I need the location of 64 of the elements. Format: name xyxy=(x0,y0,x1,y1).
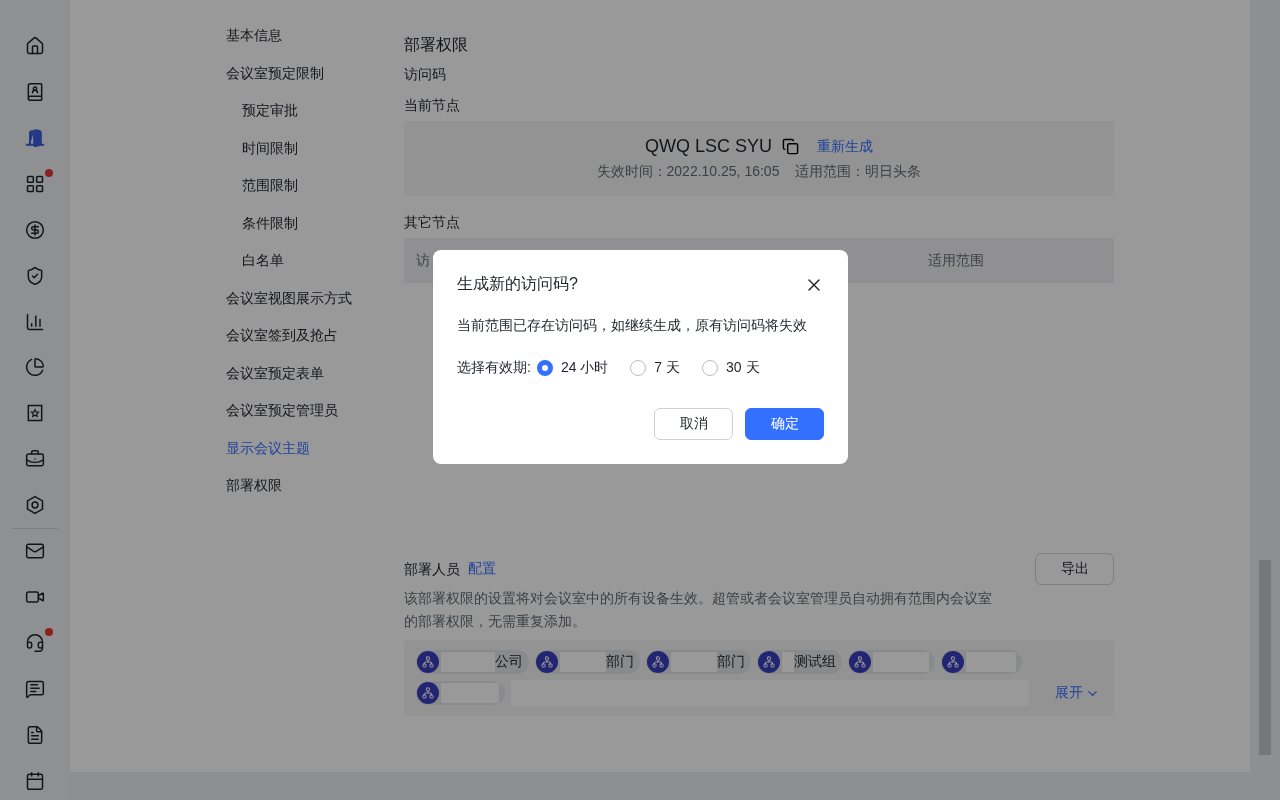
org-icon xyxy=(758,651,780,673)
nav-item[interactable]: 显示会议主题 xyxy=(226,435,404,473)
description-text: 该部署权限的设置将对会议室中的所有设备生效。超管或者会议室管理员自动拥有范围内会议室的部署权限，无需重复添加。 xyxy=(404,589,993,631)
column-header: 访 xyxy=(415,251,431,270)
expiry-text: 失效时间：2022.10.25, 16:05 xyxy=(596,163,780,181)
radio-button[interactable] xyxy=(536,360,553,376)
period-option[interactable]: 30 天 xyxy=(702,359,760,377)
period-label: 选择有效期: xyxy=(457,359,531,377)
nav-item[interactable]: 会议室签到及抢占 xyxy=(226,323,404,361)
org-icon xyxy=(849,651,871,673)
door-icon xyxy=(25,127,45,148)
config-link[interactable]: 配置 xyxy=(468,560,496,578)
radio-button[interactable] xyxy=(702,360,719,376)
star-card-icon xyxy=(25,403,45,424)
nav-subitem[interactable]: 时间限制 xyxy=(226,135,404,173)
confirm-button[interactable]: 确定 xyxy=(745,408,824,440)
home-icon xyxy=(25,36,45,57)
org-icon xyxy=(942,651,964,673)
nav-item[interactable]: 会议室预定表单 xyxy=(226,360,404,398)
tag-label: 测试组 xyxy=(794,653,836,671)
calendar-icon xyxy=(25,770,45,791)
tag-label: 部门 xyxy=(717,653,745,671)
field-label: 部署人员 xyxy=(404,560,460,579)
chat-icon xyxy=(25,679,45,700)
field-label: 其它节点 xyxy=(404,213,461,232)
tag-label: 公司 xyxy=(495,653,523,671)
nav-item[interactable]: 会议室预定限制 xyxy=(226,60,404,98)
tag-label: 部门 xyxy=(606,653,634,671)
cancel-button[interactable]: 取消 xyxy=(654,408,733,440)
shield-check-icon xyxy=(25,265,45,286)
nav-item[interactable]: 会议室视图展示方式 xyxy=(226,285,404,323)
dollar-icon xyxy=(25,219,45,240)
scrollbar-thumb[interactable] xyxy=(1259,560,1271,755)
document-icon xyxy=(25,725,45,745)
copy-icon[interactable] xyxy=(782,138,799,155)
nav-subitem[interactable]: 条件限制 xyxy=(226,210,404,248)
org-icon xyxy=(536,651,558,673)
period-option[interactable]: 7 天 xyxy=(630,359,681,377)
radio-button[interactable] xyxy=(630,360,647,376)
bar-chart-icon xyxy=(25,311,45,332)
headset-icon xyxy=(25,633,45,654)
subsection-title: 访问码 xyxy=(404,65,447,84)
nav-subitem[interactable]: 预定审批 xyxy=(226,98,404,136)
org-icon xyxy=(647,651,669,673)
dialog-title: 生成新的访问码? xyxy=(457,274,578,294)
grid-icon xyxy=(25,173,45,194)
org-icon xyxy=(417,651,439,673)
nav-subitem[interactable]: 范围限制 xyxy=(226,173,404,211)
hexagon-icon xyxy=(25,495,45,516)
scope-text: 适用范围：明日头条 xyxy=(795,163,922,181)
pie-chart-icon xyxy=(25,357,45,378)
period-option[interactable]: 24 小时 xyxy=(536,359,609,377)
dialog-message: 当前范围已存在访问码，如继续生成，原有访问码将失效 xyxy=(457,317,808,335)
nav-subitem[interactable]: 白名单 xyxy=(226,248,404,286)
nav-item[interactable]: 会议室预定管理员 xyxy=(226,398,404,436)
export-button[interactable]: 导出 xyxy=(1035,553,1114,585)
org-icon xyxy=(417,682,439,704)
contact-book-icon xyxy=(25,82,45,103)
section-title: 部署权限 xyxy=(404,35,469,55)
nav-item[interactable]: 基本信息 xyxy=(226,23,404,61)
nav-item[interactable]: 部署权限 xyxy=(226,473,404,511)
field-label: 当前节点 xyxy=(404,96,461,115)
column-header: 适用范围 xyxy=(927,251,985,270)
access-code: QWQ LSC SYU xyxy=(645,136,772,157)
